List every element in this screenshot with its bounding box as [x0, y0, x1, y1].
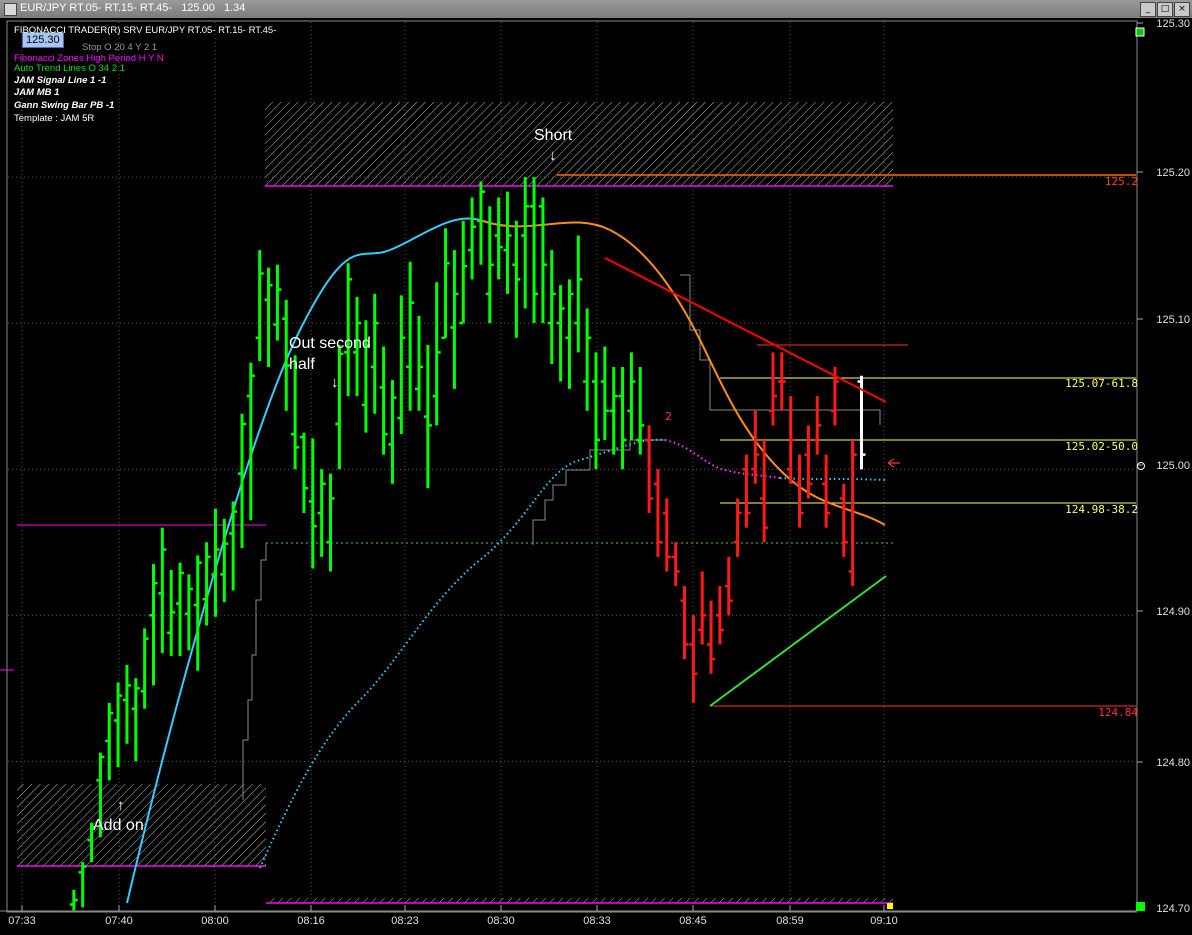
legend-line-1: Stop O 20 4 Y 2 1 — [82, 42, 158, 53]
y-tick-label: 124.90 — [1156, 606, 1190, 618]
window-title: EUR/JPY RT.05- RT.15- RT.45- 125.00 1.34 — [20, 2, 246, 14]
price-chart[interactable]: 125.2 125.07-61.8 125.02-50.0 124.98-38.2 12… — [0, 18, 1192, 935]
level-label: 124.98-38.2 — [1065, 503, 1138, 516]
legend-line-3: Auto Trend Lines O 34 2 1 — [14, 63, 125, 74]
x-tick-label: 08:59 — [776, 915, 804, 927]
y-tick-label: 124.80 — [1156, 757, 1190, 769]
level-label: 124.84 — [1098, 706, 1138, 719]
x-tick-label: 09:10 — [870, 915, 898, 927]
minimize-button[interactable]: _ — [1140, 2, 1156, 17]
app-icon — [4, 3, 17, 16]
signal-marker: 2 — [665, 410, 672, 423]
x-tick-label: 08:00 — [201, 915, 229, 927]
x-tick-label: 08:30 — [487, 915, 515, 927]
close-button[interactable]: × — [1174, 2, 1190, 17]
legend-line-7: Template : JAM 5R — [14, 113, 95, 124]
annotation-out-second-line1: Out second — [289, 335, 371, 352]
last-bar-marker — [887, 903, 893, 909]
maximize-button[interactable]: □ — [1157, 2, 1173, 17]
legend-header: FIBONACCI TRADER(R) SRV EUR/JPY RT.05- R… — [14, 25, 277, 36]
annotation-out-second-line2: half — [289, 356, 315, 373]
x-tick-label: 07:40 — [105, 915, 133, 927]
level-label: 125.07-61.8 — [1065, 377, 1138, 390]
y-tick-label: 125.30 — [1156, 18, 1190, 30]
annotation-add-on-arrow: ↑ — [117, 797, 125, 814]
x-tick-label: 08:45 — [679, 915, 707, 927]
legend-line-5: JAM MB 1 — [14, 87, 60, 98]
y-tick-label: 124.70 — [1156, 903, 1190, 915]
scroll-top-marker — [1135, 27, 1145, 37]
annotation-short-arrow: ↓ — [549, 147, 557, 164]
y-tick-label: 125.10 — [1156, 314, 1190, 326]
upper-zone — [265, 102, 893, 186]
level-label: 125.02-50.0 — [1065, 440, 1138, 453]
annotation-add-on: Add on — [93, 817, 144, 834]
legend-line-6: Gann Swing Bar PB -1 — [14, 100, 115, 111]
x-tick-label: 08:23 — [391, 915, 419, 927]
legend-line-4: JAM Signal Line 1 -1 — [14, 75, 107, 86]
x-tick-label: 07:33 — [8, 915, 36, 927]
y-tick-label: 125.20 — [1156, 167, 1190, 179]
annotation-short: Short — [534, 127, 573, 144]
y-tick-label: 125.00 — [1156, 460, 1190, 472]
x-tick-label: 08:33 — [583, 915, 611, 927]
x-tick-label: 08:16 — [297, 915, 325, 927]
scroll-bottom-marker — [1136, 902, 1145, 911]
window-titlebar: EUR/JPY RT.05- RT.15- RT.45- 125.00 1.34… — [0, 0, 1192, 19]
level-label: 125.2 — [1105, 175, 1138, 188]
annotation-out-second-arrow: ↓ — [331, 374, 339, 391]
